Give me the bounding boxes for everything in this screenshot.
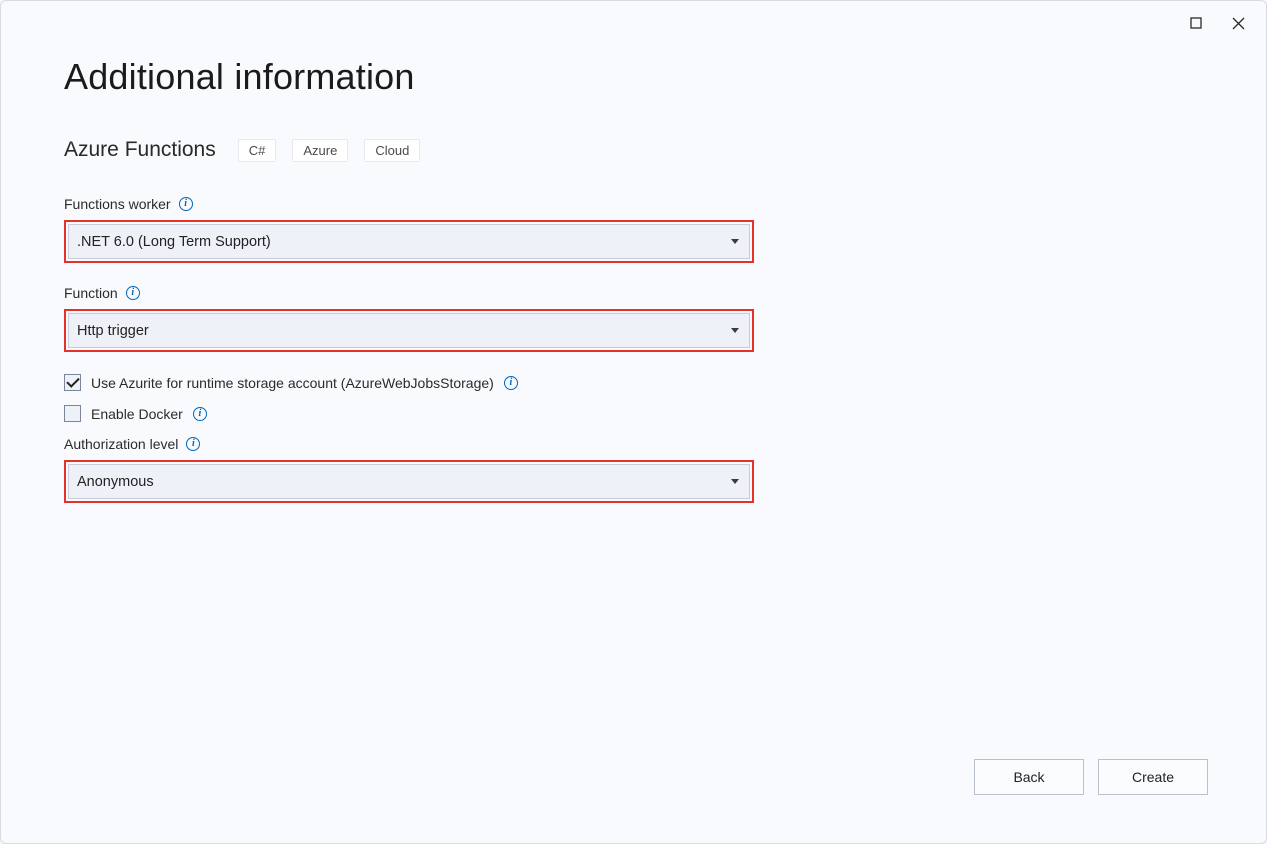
auth-level-label: Authorization level i	[64, 436, 1206, 452]
select-value: .NET 6.0 (Long Term Support)	[77, 234, 271, 250]
close-button[interactable]	[1226, 11, 1250, 35]
label-text: Function	[64, 285, 118, 301]
tag: C#	[238, 139, 277, 162]
chevron-down-icon	[731, 479, 739, 484]
function-label: Function i	[64, 285, 1206, 301]
info-icon[interactable]: i	[504, 376, 518, 390]
checkbox-label: Enable Docker	[91, 406, 183, 422]
function-highlight: Http trigger	[64, 309, 754, 352]
docker-checkbox-row: Enable Docker i	[64, 405, 1206, 422]
functions-worker-highlight: .NET 6.0 (Long Term Support)	[64, 220, 754, 263]
footer-buttons: Back Create	[974, 759, 1208, 795]
auth-level-select[interactable]: Anonymous	[68, 464, 750, 499]
checkbox-label: Use Azurite for runtime storage account …	[91, 375, 494, 391]
info-icon[interactable]: i	[179, 197, 193, 211]
tag-list: C# Azure Cloud	[238, 139, 421, 162]
select-value: Http trigger	[77, 323, 149, 339]
auth-level-highlight: Anonymous	[64, 460, 754, 503]
docker-checkbox[interactable]	[64, 405, 81, 422]
info-icon[interactable]: i	[186, 437, 200, 451]
project-name: Azure Functions	[64, 138, 216, 162]
tag: Cloud	[364, 139, 420, 162]
dialog-window: Additional information Azure Functions C…	[0, 0, 1267, 844]
chevron-down-icon	[731, 328, 739, 333]
tag: Azure	[292, 139, 348, 162]
info-icon[interactable]: i	[193, 407, 207, 421]
create-button[interactable]: Create	[1098, 759, 1208, 795]
select-value: Anonymous	[77, 474, 154, 490]
info-icon[interactable]: i	[126, 286, 140, 300]
azurite-checkbox[interactable]	[64, 374, 81, 391]
page-title: Additional information	[64, 56, 1206, 98]
back-button[interactable]: Back	[974, 759, 1084, 795]
project-row: Azure Functions C# Azure Cloud	[64, 138, 1206, 162]
function-select[interactable]: Http trigger	[68, 313, 750, 348]
functions-worker-label: Functions worker i	[64, 196, 1206, 212]
azurite-checkbox-row: Use Azurite for runtime storage account …	[64, 374, 1206, 391]
functions-worker-select[interactable]: .NET 6.0 (Long Term Support)	[68, 224, 750, 259]
label-text: Functions worker	[64, 196, 171, 212]
chevron-down-icon	[731, 239, 739, 244]
content-area: Additional information Azure Functions C…	[64, 56, 1206, 753]
label-text: Authorization level	[64, 436, 178, 452]
maximize-button[interactable]	[1184, 11, 1208, 35]
titlebar	[1168, 1, 1266, 45]
